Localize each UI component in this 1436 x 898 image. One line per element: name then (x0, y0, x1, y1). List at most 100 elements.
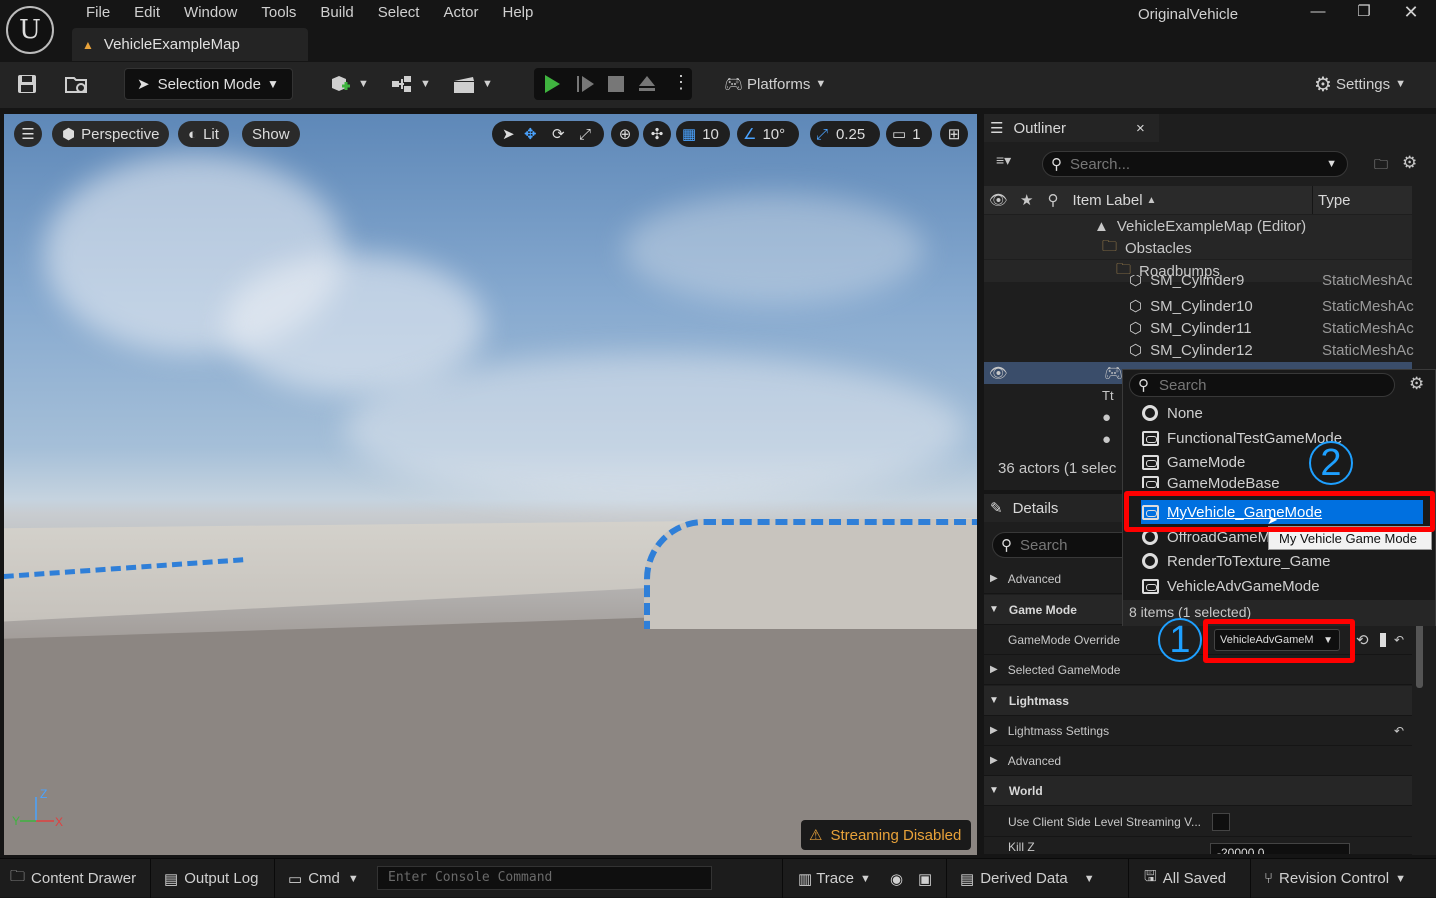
console-command-input[interactable]: Enter Console Command (377, 866, 712, 890)
menu-edit[interactable]: Edit (122, 4, 172, 24)
picker-item-none[interactable]: None (1141, 401, 1431, 425)
lightmass-category[interactable]: ▼ Lightmass (984, 686, 1412, 716)
grid-snap-button[interactable]: ▦ 10 (676, 121, 730, 147)
item-label: RenderToTexture_Game (1167, 552, 1331, 570)
outliner-row[interactable]: ⬡ SM_Cylinder10 StaticMeshAc (984, 295, 1414, 317)
menu-window[interactable]: Window (172, 4, 249, 24)
viewport-options-button[interactable]: ☰ (14, 121, 42, 147)
derived-data-button[interactable]: ▤ Derived Data ▼ (960, 859, 1095, 898)
cmd-dropdown[interactable]: ▭ Cmd ▼ (288, 859, 359, 898)
pin-icon[interactable]: ⚲ (1048, 191, 1059, 209)
add-actor-button[interactable]: ▼ (328, 68, 369, 100)
move-tool-icon[interactable]: ✥ (524, 125, 537, 143)
gamemode-icon (1141, 430, 1159, 446)
platforms-button[interactable]: 🎮︎ Platforms ▼ (724, 68, 826, 100)
menu-help[interactable]: Help (491, 4, 546, 24)
menu-actor[interactable]: Actor (431, 4, 490, 24)
picker-item[interactable]: GameModeBase (1141, 475, 1431, 488)
add-folder-icon[interactable]: 🗀 (1374, 154, 1388, 178)
unreal-logo[interactable]: U (6, 6, 54, 54)
menu-tools[interactable]: Tools (249, 4, 308, 24)
folder-icon: 🗀 (1102, 237, 1118, 255)
outliner-search-input[interactable]: ⚲ Search... ▼ (1042, 151, 1348, 177)
favorite-icon[interactable]: ★ (1020, 191, 1033, 209)
rotation-snap-button[interactable]: ∠ 10° (737, 121, 799, 147)
chevron-down-icon: ▼ (859, 872, 871, 885)
outliner-row[interactable]: ⬡ SM_Cylinder11 StaticMeshAc (984, 317, 1414, 339)
visibility-icon[interactable]: 👁︎ (989, 364, 1008, 382)
row-type: StaticMeshAc (1322, 275, 1412, 289)
cloud (344, 354, 964, 504)
map-tab[interactable]: ▲ VehicleExampleMap (72, 28, 308, 61)
visibility-icon[interactable]: 👁︎ (989, 191, 1008, 209)
lightmass-settings-row[interactable]: ▶ Lightmass Settings ↶ (984, 716, 1412, 746)
level-viewport[interactable]: ☰ ⬢ Perspective ◐ Lit Show ➤ ✥ ⟳ ⤢ ⊕ ✣ ▦… (4, 114, 977, 855)
track-curb (644, 519, 977, 629)
menu-build[interactable]: Build (308, 4, 365, 24)
outliner-row[interactable]: ⬡ SM_Cylinder9 StaticMeshAc (984, 275, 1412, 289)
advanced-row[interactable]: ▶ Advanced (984, 746, 1412, 776)
selection-mode-dropdown[interactable]: ➤ Selection Mode ▼ (124, 68, 293, 100)
select-tool-icon[interactable]: ➤ (502, 125, 515, 143)
picker-item[interactable]: FunctionalTestGameMode (1141, 426, 1431, 450)
reset-icon[interactable]: ↶ (1394, 724, 1404, 738)
rotate-tool-icon[interactable]: ⟳ (552, 125, 565, 143)
perspective-button[interactable]: ⬢ Perspective (52, 121, 170, 147)
grid-icon: ▦ (682, 126, 697, 143)
kill-z-input[interactable]: -20000.0 (1210, 843, 1350, 854)
output-log-button[interactable]: ▤ Output Log (164, 859, 258, 898)
play-icon[interactable] (542, 74, 562, 97)
outliner-row[interactable]: 🗀 Obstacles (984, 237, 1412, 259)
show-button[interactable]: Show (242, 121, 300, 147)
outliner-header: 👁︎ ★ ⚲ Item Label ▲ Type (984, 186, 1412, 214)
picker-item[interactable]: RenderToTexture_Game (1141, 549, 1431, 573)
close-window-button[interactable]: ✕ (1388, 2, 1434, 24)
client-streaming-checkbox[interactable] (1212, 812, 1230, 831)
close-tab-icon[interactable]: × (1136, 120, 1145, 137)
eject-icon[interactable] (637, 74, 657, 97)
row-label: World (1008, 783, 1043, 798)
outliner-tab[interactable]: ☰ Outliner × (984, 114, 1159, 142)
record-icon[interactable]: ◉ (890, 859, 903, 898)
picker-item[interactable]: VehicleAdvGameMode (1141, 574, 1431, 598)
save-icon[interactable] (16, 68, 38, 100)
cinematics-button[interactable]: ▼ (452, 68, 493, 100)
gear-icon[interactable]: ⚙ (1402, 153, 1417, 173)
filter-icon[interactable]: ≡▾ (996, 152, 1011, 169)
gear-icon[interactable]: ⚙ (1409, 374, 1424, 394)
scale-snap-button[interactable]: ⤢ 0.25 (810, 121, 880, 147)
item-label-header[interactable]: Item Label (1073, 192, 1143, 209)
outliner-row[interactable]: ▲ VehicleExampleMap (Editor) (984, 215, 1412, 237)
viewport-layout-button[interactable]: ⊞ (940, 121, 968, 147)
reset-icon[interactable]: ↶ (1394, 633, 1404, 647)
maximize-button[interactable]: ❐ (1341, 2, 1387, 24)
world-category[interactable]: ▼ World (984, 776, 1412, 806)
client-streaming-row: Use Client Side Level Streaming V... (984, 807, 1412, 837)
trace-button[interactable]: ▥ Trace ▼ (798, 859, 871, 898)
advance-frame-icon[interactable] (576, 74, 596, 97)
menu-file[interactable]: File (74, 4, 122, 24)
blueprint-button[interactable]: ▼ (390, 68, 431, 100)
picker-item[interactable]: GameMode (1141, 450, 1431, 474)
scale-tool-icon[interactable]: ⤢ (579, 126, 591, 143)
camera-speed-button[interactable]: ▭ 1 (886, 121, 932, 147)
settings-button[interactable]: ⚙ Settings ▼ (1314, 68, 1406, 100)
browse-icon[interactable]: ⟲ (1356, 631, 1369, 649)
menu-select[interactable]: Select (366, 4, 432, 24)
lit-button[interactable]: ◐ Lit (178, 121, 229, 147)
type-header[interactable]: Type (1318, 192, 1351, 209)
surface-snap-button[interactable]: ✣ (643, 121, 671, 147)
all-saved-button[interactable]: 🖫 All Saved (1144, 859, 1226, 898)
stop-icon[interactable] (607, 75, 625, 96)
outliner-row[interactable]: ⬡ SM_Cylinder12 StaticMeshAc (984, 339, 1414, 361)
screenshot-icon[interactable]: ▣ (918, 859, 932, 898)
content-drawer-button[interactable]: 🗀 Content Drawer (10, 859, 136, 898)
edit-icon[interactable] (1380, 632, 1386, 647)
browse-content-icon[interactable] (64, 68, 90, 100)
row-label: Kill Z (1008, 840, 1035, 854)
more-options-icon[interactable]: ⋮ (672, 72, 690, 93)
world-local-button[interactable]: ⊕ (611, 121, 639, 147)
minimize-button[interactable]: — (1295, 2, 1341, 24)
revision-control-button[interactable]: ⑂ Revision Control ▼ (1264, 859, 1406, 898)
picker-search-input[interactable]: ⚲ Search (1129, 373, 1395, 397)
